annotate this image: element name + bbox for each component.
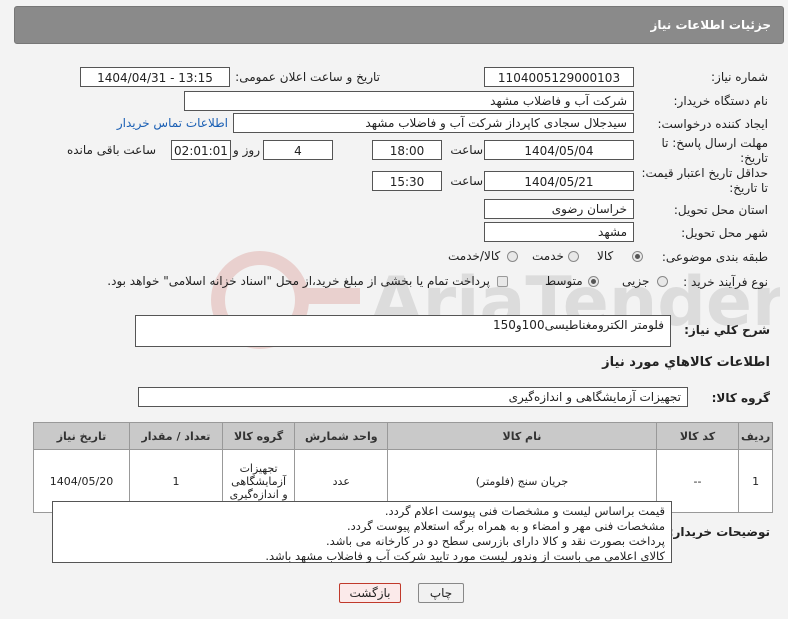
table-header-row: ردیف کد کالا نام کالا واحد شمارش گروه کا…	[33, 422, 773, 450]
buyer-note-line: کالای اعلامی می باست از وندور لیست مورد …	[265, 549, 665, 563]
remaining-time-label: ساعت باقی مانده	[66, 143, 156, 157]
province-field[interactable]: خراسان رضوی	[484, 199, 634, 219]
validity-time-field[interactable]: 15:30	[372, 171, 442, 191]
col-item-name: نام کالا	[387, 422, 657, 450]
reply-date-field[interactable]: 1404/05/04	[484, 140, 634, 160]
need-number-field[interactable]: 1104005129000103	[484, 67, 634, 87]
process-medium-label: متوسط	[545, 274, 583, 288]
buyer-note-line: قیمت براساس لیست و مشخصات فنی پیوست اعلا…	[384, 504, 665, 518]
category-goods-label: کالا	[597, 249, 614, 263]
validity-date-field[interactable]: 1404/05/21	[484, 171, 634, 191]
col-row-number: ردیف	[738, 422, 773, 450]
treasury-payment-note: پرداخت تمام یا بخشی از مبلغ خرید،از محل …	[107, 274, 490, 288]
process-radio-minor[interactable]	[657, 276, 668, 287]
requester-field[interactable]: سیدجلال سجادی کاپرداز شرکت آب و فاضلاب م…	[233, 113, 634, 133]
need-number-label: شماره نیاز:	[711, 70, 768, 84]
cell-row-number: 1	[738, 449, 773, 513]
price-validity-label: حداقل تاریخ اعتبار قیمت: تا تاریخ:	[641, 166, 768, 195]
goods-group-label: گروه کالا:	[711, 391, 770, 405]
buyer-contact-link[interactable]: اطلاعات تماس خریدار	[117, 116, 228, 130]
buyer-notes-textarea[interactable]: قیمت براساس لیست و مشخصات فنی پیوست اعلا…	[52, 501, 672, 563]
process-label: نوع فرآیند خرید :	[683, 275, 768, 289]
col-item-code: کد کالا	[655, 422, 740, 450]
items-table: ردیف کد کالا نام کالا واحد شمارش گروه کا…	[33, 422, 773, 513]
col-unit: واحد شمارش	[294, 422, 389, 450]
province-label: استان محل تحویل:	[673, 203, 768, 217]
col-need-date: تاریخ نیاز	[33, 422, 130, 450]
reply-time-label: ساعت	[450, 143, 483, 157]
col-group: گروه کالا	[221, 422, 296, 450]
reply-deadline-label: مهلت ارسال پاسخ: تا تاریخ:	[661, 136, 768, 165]
category-goods-service-label: کالا/خدمت	[448, 249, 501, 263]
col-quantity: تعداد / مقدار	[129, 422, 223, 450]
summary-label: شرح کلي نياز:	[684, 323, 770, 337]
buyer-org-label: نام دستگاه خریدار:	[673, 94, 769, 108]
summary-text: فلومتر الکترومغناطیسی100و150	[492, 318, 664, 332]
category-service-label: خدمت	[532, 249, 564, 263]
category-radio-service[interactable]	[568, 251, 579, 262]
print-button[interactable]: چاپ	[418, 583, 464, 603]
days-label: روز و	[233, 143, 260, 157]
buyer-note-line: مشخصات فنی مهر و امضاء و به همراه برگه ا…	[347, 519, 665, 533]
category-label: طبقه بندی موضوعی:	[661, 250, 768, 264]
buyer-note-line: پرداخت بصورت نقد و کالا دارای بازرسی سطح…	[326, 534, 665, 548]
category-radio-goods[interactable]	[632, 251, 643, 262]
city-field[interactable]: مشهد	[484, 222, 634, 242]
announce-datetime-field[interactable]: 1404/04/31 - 13:15	[80, 67, 230, 87]
remaining-time-field[interactable]: 02:01:01	[171, 140, 231, 160]
announce-label: تاریخ و ساعت اعلان عمومی:	[235, 70, 380, 84]
buyer-notes-label: توضیحات خریدار:	[668, 525, 770, 539]
process-radio-medium[interactable]	[588, 276, 599, 287]
category-radio-goods-service[interactable]	[507, 251, 518, 262]
days-remaining-field[interactable]: 4	[263, 140, 333, 160]
buyer-org-field[interactable]: شرکت آب و فاضلاب مشهد	[184, 91, 634, 111]
treasury-payment-checkbox[interactable]	[497, 276, 508, 287]
process-minor-label: جزیی	[622, 274, 650, 288]
validity-time-label: ساعت	[450, 174, 483, 188]
page-header: جزئیات اطلاعات نیاز	[14, 6, 784, 44]
goods-group-field[interactable]: تجهیزات آزمایشگاهی و اندازه‌گیری	[138, 387, 688, 407]
requester-label: ایجاد کننده درخواست:	[657, 117, 768, 131]
back-button[interactable]: بازگشت	[339, 583, 401, 603]
reply-time-field[interactable]: 18:00	[372, 140, 442, 160]
page-title: جزئیات اطلاعات نیاز	[650, 18, 771, 32]
summary-textarea[interactable]: فلومتر الکترومغناطیسی100و150	[135, 315, 671, 347]
goods-section-title: اطلاعات کالاهاي مورد نياز	[602, 355, 770, 370]
city-label: شهر محل تحویل:	[681, 226, 768, 240]
